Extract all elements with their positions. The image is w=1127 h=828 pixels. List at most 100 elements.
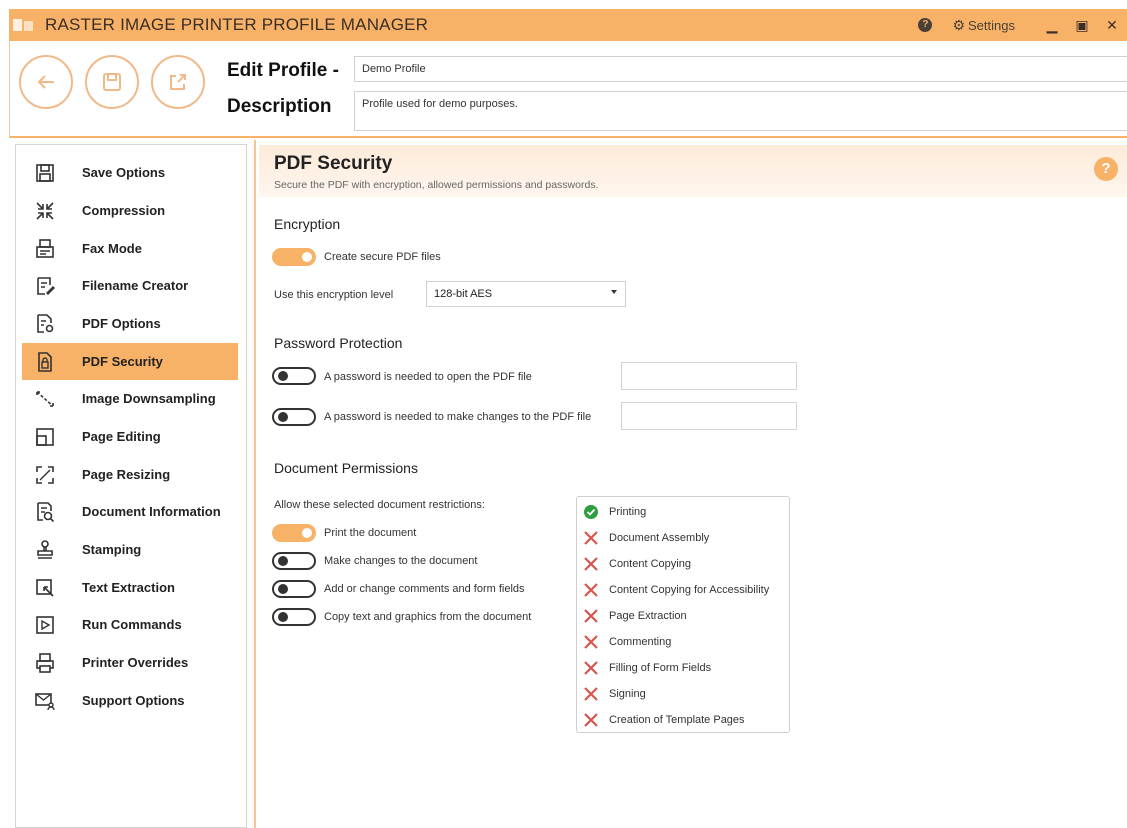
export-button[interactable] bbox=[151, 55, 205, 109]
compress-icon bbox=[32, 198, 58, 224]
secure-pdf-label: Create secure PDF files bbox=[324, 251, 441, 263]
profile-header: Edit Profile - Description Demo Profile … bbox=[9, 41, 1127, 138]
save-profile-button[interactable] bbox=[85, 55, 139, 109]
make-changes-label: Make changes to the document bbox=[324, 555, 478, 567]
allow-restrictions-label: Allow these selected document restrictio… bbox=[274, 499, 485, 511]
export-icon bbox=[170, 74, 186, 90]
open-password-label: A password is needed to open the PDF fil… bbox=[324, 371, 532, 383]
encryption-title: Encryption bbox=[274, 216, 341, 232]
minimize-button[interactable]: ▁ bbox=[1037, 17, 1067, 34]
sidebar-item-document-information[interactable]: Document Information bbox=[22, 493, 238, 530]
sidebar-item-label: Stamping bbox=[82, 542, 142, 557]
copy-text-toggle[interactable] bbox=[272, 608, 316, 626]
help-icon[interactable]: ? bbox=[918, 18, 933, 32]
toggle-knob bbox=[278, 371, 288, 381]
sidebar-item-pdf-security[interactable]: PDF Security bbox=[22, 343, 238, 380]
printer-icon bbox=[32, 650, 58, 676]
run-icon bbox=[32, 612, 58, 638]
copy-text-label: Copy text and graphics from the document bbox=[324, 611, 532, 623]
check-circle-icon bbox=[583, 504, 599, 520]
profile-name-input[interactable]: Demo Profile bbox=[354, 56, 1127, 82]
sidebar-item-text-extraction[interactable]: Text Extraction bbox=[22, 569, 238, 606]
gear-icon: ⚙ bbox=[952, 16, 966, 33]
permission-label: Content Copying bbox=[609, 558, 691, 570]
maximize-button[interactable]: ▣ bbox=[1067, 17, 1097, 34]
permissions-summary: Printing Document Assembly Content Copyi… bbox=[576, 496, 790, 733]
toggle-knob bbox=[278, 412, 288, 422]
sidebar-item-support-options[interactable]: Support Options bbox=[22, 682, 238, 719]
x-icon bbox=[583, 712, 599, 728]
sidebar-item-page-resizing[interactable]: Page Resizing bbox=[22, 456, 238, 493]
x-icon bbox=[583, 660, 599, 676]
sidebar-item-label: Filename Creator bbox=[82, 278, 189, 293]
x-icon bbox=[583, 582, 599, 598]
secure-pdf-toggle[interactable] bbox=[272, 248, 316, 266]
sidebar-item-label: Text Extraction bbox=[82, 580, 175, 595]
list-item: Document Assembly bbox=[583, 528, 709, 548]
edit-profile-label: Edit Profile - bbox=[227, 60, 339, 81]
floppy-icon bbox=[103, 73, 121, 91]
open-password-toggle[interactable] bbox=[272, 367, 316, 385]
app-window: RASTER IMAGE PRINTER PROFILE MANAGER ? ⚙… bbox=[0, 0, 1127, 828]
sidebar-item-fax-mode[interactable]: Fax Mode bbox=[22, 230, 238, 267]
sidebar-item-label: PDF Security bbox=[82, 354, 163, 369]
sidebar: Save Options Compression Fax Mode Filena… bbox=[15, 144, 247, 828]
settings-label: Settings bbox=[968, 17, 1015, 33]
permission-label: Document Assembly bbox=[609, 532, 710, 544]
description-label: Description bbox=[227, 96, 332, 117]
open-password-input[interactable] bbox=[621, 362, 797, 390]
section-header: PDF Security Secure the PDF with encrypt… bbox=[259, 145, 1127, 197]
make-changes-toggle[interactable] bbox=[272, 552, 316, 570]
list-item: Content Copying bbox=[583, 554, 691, 574]
change-password-input[interactable] bbox=[621, 402, 797, 430]
list-item: Signing bbox=[583, 684, 646, 704]
x-icon bbox=[583, 556, 599, 572]
sidebar-item-run-commands[interactable]: Run Commands bbox=[22, 606, 238, 643]
toggle-knob bbox=[278, 556, 288, 566]
print-label: Print the document bbox=[324, 527, 417, 539]
change-password-label: A password is needed to make changes to … bbox=[324, 411, 592, 423]
sidebar-item-label: Save Options bbox=[82, 165, 166, 180]
back-button[interactable] bbox=[19, 55, 73, 109]
sidebar-item-printer-overrides[interactable]: Printer Overrides bbox=[22, 644, 238, 681]
change-password-toggle[interactable] bbox=[272, 408, 316, 426]
password-title: Password Protection bbox=[274, 335, 403, 351]
sidebar-item-label: Page Editing bbox=[82, 429, 161, 444]
doc-info-icon bbox=[32, 499, 58, 525]
sidebar-item-image-downsampling[interactable]: Image Downsampling bbox=[22, 380, 238, 417]
sidebar-item-filename-creator[interactable]: Filename Creator bbox=[22, 267, 238, 304]
fax-icon bbox=[32, 236, 58, 262]
toggle-knob bbox=[302, 252, 312, 262]
list-item: Commenting bbox=[583, 632, 671, 652]
sidebar-item-stamping[interactable]: Stamping bbox=[22, 531, 238, 568]
sidebar-item-label: Run Commands bbox=[82, 617, 182, 632]
print-toggle[interactable] bbox=[272, 524, 316, 542]
x-icon bbox=[583, 634, 599, 650]
encryption-level-select[interactable]: 128-bit AES bbox=[426, 281, 626, 307]
permission-label: Creation of Template Pages bbox=[609, 714, 745, 726]
list-item: Filling of Form Fields bbox=[583, 658, 711, 678]
sidebar-item-save-options[interactable]: Save Options bbox=[22, 154, 238, 191]
description-input[interactable]: Profile used for demo purposes. bbox=[354, 91, 1127, 131]
help-button[interactable]: ? bbox=[1094, 157, 1118, 181]
sidebar-item-compression[interactable]: Compression bbox=[22, 192, 238, 229]
sidebar-item-pdf-options[interactable]: PDF Options bbox=[22, 305, 238, 342]
comments-toggle[interactable] bbox=[272, 580, 316, 598]
filename-icon bbox=[32, 273, 58, 299]
sidebar-item-label: Page Resizing bbox=[82, 467, 171, 482]
comments-label: Add or change comments and form fields bbox=[324, 583, 525, 595]
settings-button[interactable]: ⚙ Settings bbox=[952, 17, 1015, 34]
permissions-title: Document Permissions bbox=[274, 460, 418, 476]
page-edit-icon bbox=[32, 424, 58, 450]
sidebar-item-page-editing[interactable]: Page Editing bbox=[22, 418, 238, 455]
sidebar-item-label: Document Information bbox=[82, 504, 221, 519]
page-subtitle: Secure the PDF with encryption, allowed … bbox=[274, 179, 599, 191]
text-extract-icon bbox=[32, 575, 58, 601]
x-icon bbox=[583, 530, 599, 546]
encryption-level-value: 128-bit AES bbox=[434, 288, 493, 300]
permission-label: Content Copying for Accessibility bbox=[609, 584, 770, 596]
close-button[interactable]: ✕ bbox=[1097, 17, 1127, 34]
list-item: Printing bbox=[583, 502, 646, 522]
encryption-level-label: Use this encryption level bbox=[274, 289, 394, 301]
permission-label: Printing bbox=[609, 506, 647, 518]
